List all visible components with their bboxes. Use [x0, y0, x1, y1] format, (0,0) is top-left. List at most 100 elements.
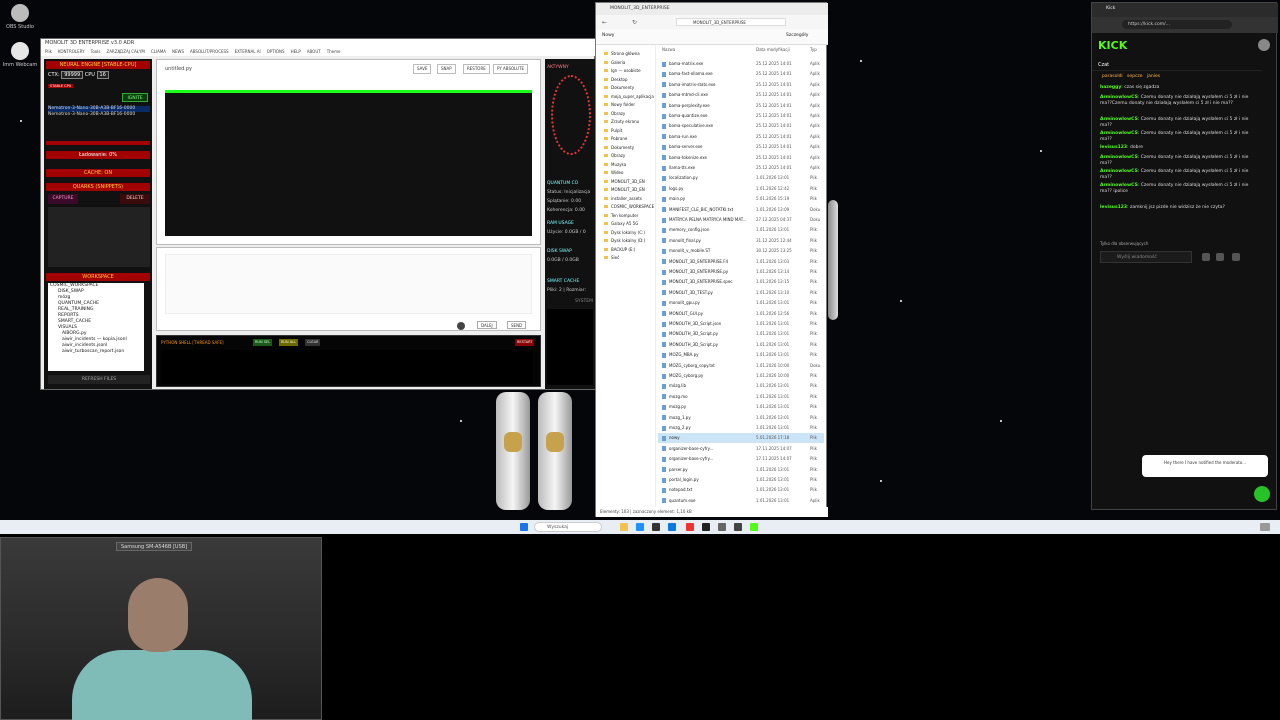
menu-item[interactable]: Theme [327, 49, 341, 54]
menu-item[interactable]: OPTIONS [267, 49, 285, 54]
file-row[interactable]: MONOLITH_3D_Script.py 1.01.2026 13:01 Plik [658, 340, 824, 350]
nav-item[interactable]: Obrazy [604, 111, 625, 116]
clear-button[interactable]: CLEAR [305, 339, 321, 346]
explorer-icon[interactable] [620, 523, 628, 531]
file-row[interactable]: mózg.lib 1.01.2026 13:01 Plik [658, 381, 824, 391]
browser-tab[interactable]: Kick [1106, 6, 1115, 11]
file-row[interactable]: bama-server.exe 25.12.2025 14:01 Aplik [658, 142, 824, 152]
file-row[interactable]: bama-speculative.exe 25.12.2025 14:01 Apli… [658, 121, 824, 131]
editor-filename[interactable]: untitled.py [165, 66, 245, 74]
file-row[interactable]: MOZG_cyborg.py 1.01.2026 10:00 Plik [658, 371, 824, 381]
nav-item[interactable]: Galaxy A5 5G [604, 221, 638, 226]
file-row[interactable]: notepad.txt 1.01.2026 13:01 Plik [658, 485, 824, 495]
nav-item[interactable]: Ten komputer [604, 213, 638, 218]
nav-item[interactable]: Sieć [604, 255, 619, 260]
nav-item[interactable]: MONOLIT_3D_EN [604, 187, 645, 192]
file-row[interactable]: MONOLIT_3D_ENTERPRISE.spec 1.01.2026 13:1… [658, 277, 824, 287]
file-row[interactable]: logs.py 1.01.2026 12:42 Plik [658, 184, 824, 194]
delete-button[interactable]: DELETE [120, 194, 150, 204]
nav-item[interactable]: Dysk lokalny (C:) [604, 230, 645, 235]
file-row[interactable]: monolit_final.py 31.12.2025 12:44 Plik [658, 236, 824, 246]
ignite-button[interactable]: IGNITE [122, 93, 148, 102]
chat-username[interactable]: levisus123 [1100, 145, 1127, 150]
nav-item[interactable]: BACKUP (E:) [604, 247, 635, 252]
nav-item[interactable]: Strona główna [604, 51, 640, 56]
file-row[interactable]: bama-matrix.exe 25.12.2025 14:01 Aplik [658, 59, 824, 69]
menu-item[interactable]: ABOUT [307, 49, 321, 54]
avatar[interactable] [1258, 39, 1270, 51]
menu-item[interactable]: NEWS [172, 49, 184, 54]
refresh-files-button[interactable]: REFRESH FILES [48, 375, 150, 384]
menu-item[interactable]: Tools [91, 49, 101, 54]
file-row[interactable]: localization.py 1.01.2026 13:01 Plik [658, 173, 824, 183]
chat-message[interactable]: ArminowlowCS: Czemu donaty nie działają … [1100, 95, 1260, 107]
file-row[interactable]: MONOLITH_3D_Script.py 1.01.2026 13:01 Plik [658, 329, 824, 339]
refresh-icon[interactable]: ↻ [632, 19, 637, 26]
webcam-app-icon[interactable]: Imm Webcam [2, 42, 38, 68]
file-row[interactable]: mozg_2.py 1.01.2026 13:01 Plik [658, 423, 824, 433]
file-row[interactable]: bama-tokenize.exe 25.12.2025 14:01 Aplik [658, 153, 824, 163]
chat-username[interactable]: ArminowlowCS [1100, 117, 1138, 122]
chat-message[interactable]: ArminowlowCS: Czemu donaty nie działają … [1100, 169, 1260, 181]
menu-item[interactable]: HELP [291, 49, 301, 54]
file-row[interactable]: MONOLITH_3D_Script.json 1.01.2026 13:01 Pl… [658, 319, 824, 329]
nav-item[interactable]: Obrazy [604, 153, 625, 158]
shell-console[interactable] [161, 350, 533, 384]
file-row[interactable]: MANIFEST_CLE_BIC_NOTATKI.txt 1.01.2026 13… [658, 205, 824, 215]
restart-button[interactable]: RESTART [515, 339, 535, 346]
workspace-tree[interactable]: COSMIC_WORKSPACE DISK_SWAP mózg QUANTUM_… [48, 283, 144, 371]
file-row[interactable]: MONOLIT_3D_ENTERPRISE.py 1.01.2026 13:14 P… [658, 267, 824, 277]
file-row[interactable]: bama-quantize.exe 25.12.2025 14:01 Aplik [658, 111, 824, 121]
run-all-button[interactable]: RUN ALL [279, 339, 299, 346]
obs-taskbar-icon[interactable] [734, 523, 742, 531]
chrome-icon[interactable] [686, 523, 694, 531]
nav-item[interactable]: Dokumenty [604, 145, 634, 150]
column-name[interactable]: Nazwa [662, 47, 675, 52]
gift-icon[interactable] [1216, 253, 1224, 261]
settings-icon[interactable] [1232, 253, 1240, 261]
notification-toast[interactable]: Hey there I have notified the moderato..… [1142, 455, 1268, 477]
menu-item[interactable]: EXTERNAL AI [235, 49, 261, 54]
file-row[interactable]: bama-fast-ollama.exe 25.12.2025 14:01 Apli… [658, 69, 824, 79]
vscode-icon[interactable] [718, 523, 726, 531]
address-bar[interactable]: MONOLIT_3D_ENTERPRISE [676, 18, 786, 26]
model-list[interactable]: Nemotron-3-Nano-30B-A3B-BF16-0000 Nemotr… [48, 106, 150, 118]
explorer-tab[interactable]: MONOLIT_3D_ENTERPRISE [596, 3, 828, 15]
chat-message[interactable]: hazeggy: czas się zgadza [1100, 85, 1260, 91]
nav-item[interactable]: MONOLIT_3D_EN [604, 179, 645, 184]
chat-message[interactable]: ArminowlowCS: Czemu donaty nie działają … [1100, 117, 1260, 129]
code-area[interactable] [165, 90, 532, 236]
menu-item[interactable]: Plik [45, 49, 52, 54]
clock-icon[interactable] [1260, 523, 1270, 531]
file-row[interactable]: llama-tts.exe 25.12.2025 14:01 Aplik [658, 163, 824, 173]
file-row[interactable]: MONOLIT_3D_TEST.py 1.01.2026 13:10 Plik [658, 288, 824, 298]
file-row[interactable]: MOZG_MBA.py 1.01.2026 13:01 Plik [658, 350, 824, 360]
emote-icon[interactable] [1202, 253, 1210, 261]
send-button[interactable]: SEND [507, 321, 527, 329]
file-row[interactable]: quantum.exe 1.01.2026 13:01 Aplik [658, 496, 824, 506]
edge-icon[interactable] [636, 523, 644, 531]
nav-item[interactable]: Galeria [604, 60, 625, 65]
file-row[interactable]: monolit_gpu.py 1.01.2026 13:01 Plik [658, 298, 824, 308]
chat-username[interactable]: ArminowlowCS [1100, 131, 1138, 136]
chat-message[interactable]: ArminowlowCS: Czemu donaty nie działają … [1100, 155, 1260, 167]
run-sel-button[interactable]: RUN SEL [253, 339, 273, 346]
file-row[interactable]: MONOLIT_3D_ENTERPRISE.F4 1.01.2026 13:03 P… [658, 257, 824, 267]
model-item[interactable]: Nemotron-3-Nano-30B-A3B-BF16-0000 [48, 112, 150, 118]
new-button[interactable]: Nowy [602, 33, 614, 38]
kick-taskbar-icon[interactable] [750, 523, 758, 531]
start-icon[interactable] [520, 523, 528, 531]
store-icon[interactable] [668, 523, 676, 531]
file-row[interactable]: main.py 5.01.2026 15:19 Plik [658, 194, 824, 204]
nav-item[interactable]: Dysk lokalny (D:) [604, 238, 645, 243]
chat-username[interactable]: ArminowlowCS [1100, 95, 1138, 100]
nav-item[interactable]: Nowy folder [604, 102, 635, 107]
chat-message[interactable]: ArminowlowCS: Czemu donaty nie działają … [1100, 131, 1260, 143]
chat-message[interactable]: ArminowlowCS: Czemu donaty nie działają … [1100, 183, 1260, 195]
file-row[interactable]: organizer-base-cyfry... 17.11.2025 14:07 P… [658, 454, 824, 464]
chat-username[interactable]: levisus123 [1100, 205, 1127, 210]
column-date[interactable]: Data modyfikacji [756, 47, 790, 52]
chat-username[interactable]: hazeggy [1100, 85, 1121, 90]
file-row[interactable]: mozg_1.py 1.01.2026 13:01 Plik [658, 413, 824, 423]
file-row[interactable]: monolit_v_mobile.ST 30.12.2025 13:25 Plik [658, 246, 824, 256]
